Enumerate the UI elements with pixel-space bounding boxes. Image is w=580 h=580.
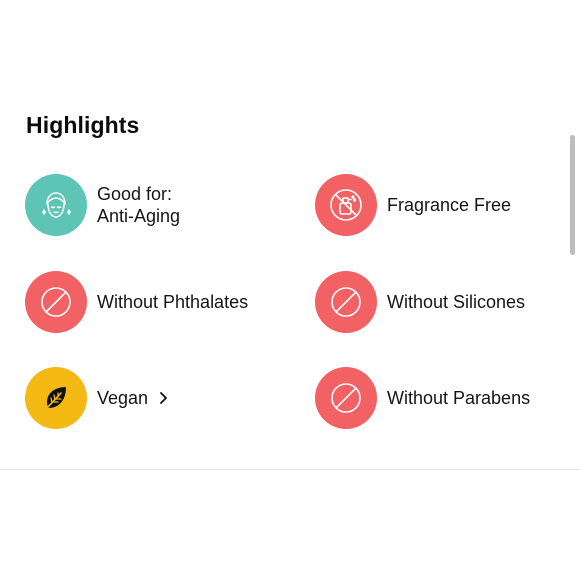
chevron-right-icon bbox=[158, 391, 168, 405]
highlight-without-parabens: Without Parabens bbox=[315, 367, 530, 429]
highlight-label-line2: Anti-Aging bbox=[97, 206, 181, 226]
highlight-without-silicones: Without Silicones bbox=[315, 271, 525, 333]
prohibited-icon bbox=[315, 271, 377, 333]
highlight-fragrance-free: Fragrance Free bbox=[315, 174, 511, 236]
highlight-label: Without Phthalates bbox=[97, 292, 249, 312]
highlight-vegan-link[interactable]: Vegan bbox=[25, 367, 168, 429]
highlight-label: Vegan bbox=[97, 388, 149, 408]
highlight-label-line1: Good for: bbox=[97, 184, 173, 204]
prohibited-icon bbox=[315, 367, 377, 429]
fragrance-free-icon bbox=[315, 174, 377, 236]
prohibited-icon bbox=[25, 271, 87, 333]
leaf-icon bbox=[25, 367, 87, 429]
highlight-label: Without Silicones bbox=[387, 292, 526, 312]
highlight-without-phthalates: Without Phthalates bbox=[25, 271, 248, 333]
highlight-anti-aging: Good for: Anti-Aging bbox=[25, 174, 180, 236]
highlight-label: Without Parabens bbox=[387, 388, 531, 408]
section-title: Highlights bbox=[26, 112, 140, 138]
face-icon bbox=[25, 174, 87, 236]
section-divider bbox=[0, 469, 580, 470]
highlight-label: Fragrance Free bbox=[387, 195, 512, 215]
highlight-label: Good for: Anti-Aging bbox=[97, 183, 180, 227]
scrollbar[interactable] bbox=[570, 135, 575, 255]
